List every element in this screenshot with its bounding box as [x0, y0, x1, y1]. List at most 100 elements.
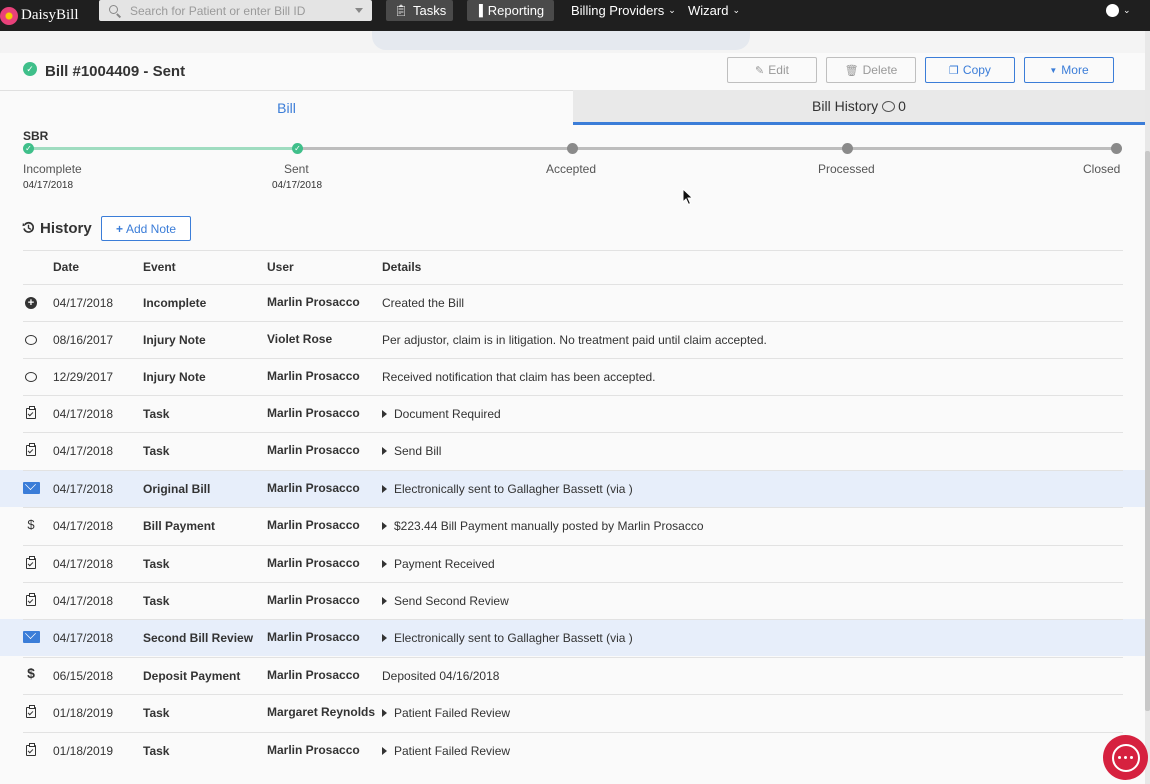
check-circle-icon: ✓ — [23, 62, 37, 76]
row-event: Injury Note — [143, 370, 206, 384]
stage-sent-dot: ✓ — [292, 143, 303, 154]
column-header-event[interactable]: Event — [143, 260, 176, 274]
scrollbar-thumb[interactable] — [1145, 151, 1150, 711]
table-row[interactable]: 04/17/2018 Second Bill Review Marlin Prosa… — [0, 619, 1145, 656]
table-row: $06/15/2018 Deposit Payment Marlin Prosacc… — [0, 657, 1145, 694]
copy-button[interactable]: ❐ Copy — [925, 57, 1015, 83]
envelope-icon — [23, 482, 40, 494]
delete-button[interactable]: 🗑︎ Delete — [826, 57, 916, 83]
search-dropdown-caret-icon[interactable] — [355, 8, 363, 13]
row-details-toggle[interactable]: Send Bill — [382, 444, 441, 458]
chevron-down-icon: ⌄ — [1123, 5, 1131, 15]
table-row: 08/16/2017 Injury Note Violet Rose Per adju… — [0, 321, 1145, 358]
trash-icon: 🗑︎ — [844, 64, 859, 77]
row-details-text: Send Bill — [394, 444, 442, 458]
row-details-toggle[interactable]: Electronically sent to Gallagher Bassett… — [382, 482, 633, 496]
row-details-toggle[interactable]: Patient Failed Review — [382, 706, 510, 720]
clipboard-check-icon — [26, 743, 36, 756]
row-details-text: Patient Failed Review — [394, 706, 511, 720]
caret-right-icon — [382, 521, 387, 530]
add-note-button[interactable]: + Add Note — [101, 216, 191, 241]
comment-icon — [25, 335, 37, 345]
chevron-down-icon: ⌄ — [732, 5, 740, 15]
billing-providers-menu[interactable]: Billing Providers ⌄ — [563, 0, 684, 21]
row-details-text: Send Second Review — [394, 594, 509, 608]
edit-button[interactable]: ✎ Edit — [727, 57, 817, 83]
row-details-toggle[interactable]: $223.44 Bill Payment manually posted by … — [382, 519, 704, 533]
tab-bill[interactable]: Bill — [0, 90, 573, 125]
row-details-text: Electronically sent to Gallagher Bassett… — [394, 482, 633, 496]
stage-processed-label: Processed — [818, 162, 875, 176]
row-user: Marlin Prosacco — [267, 443, 360, 457]
tab-bill-history-label: Bill History — [812, 98, 879, 114]
row-details-toggle[interactable]: Send Second Review — [382, 594, 509, 608]
column-header-date[interactable]: Date — [53, 260, 79, 274]
stage-incomplete-label: Incomplete — [23, 162, 82, 176]
pencil-icon: ✎ — [755, 64, 765, 77]
reporting-label: Reporting — [487, 3, 545, 18]
row-event: Original Bill — [143, 482, 211, 496]
row-divider — [23, 470, 1123, 471]
row-user: Marlin Prosacco — [267, 518, 360, 532]
chat-widget-button[interactable] — [1103, 735, 1148, 780]
table-row[interactable]: 04/17/2018 Task Marlin Prosacco Document Re… — [0, 395, 1145, 432]
table-row[interactable]: 01/18/2019 Task Margaret Reynolds Patient F… — [0, 694, 1145, 731]
row-details-toggle[interactable]: Document Required — [382, 407, 501, 421]
history-count: 0 — [898, 98, 906, 114]
history-table-header — [23, 250, 1123, 283]
row-date: 04/17/2018 — [53, 557, 114, 571]
tab-bill-history[interactable]: Bill History 0 — [573, 90, 1145, 125]
row-user: Violet Rose — [267, 332, 333, 346]
row-event: Deposit Payment — [143, 669, 241, 683]
edit-label: Edit — [768, 63, 789, 77]
tasks-button[interactable]: 📋︎ Tasks — [386, 0, 453, 21]
user-avatar-icon — [1106, 4, 1119, 17]
row-details-text: Created the Bill — [382, 296, 465, 310]
more-label: More — [1061, 63, 1089, 77]
table-row[interactable]: 04/17/2018 Original Bill Marlin Prosacco El… — [0, 470, 1145, 507]
stage-closed-label: Closed — [1083, 162, 1121, 176]
search-icon — [109, 4, 121, 17]
table-row[interactable]: 01/18/2019 Task Marlin Prosacco Patient Fai… — [0, 732, 1145, 769]
row-event: Task — [143, 407, 170, 421]
row-date: 04/17/2018 — [53, 631, 114, 645]
column-header-details[interactable]: Details — [382, 260, 421, 274]
table-row[interactable]: 04/17/2018 Task Marlin Prosacco Send Second… — [0, 582, 1145, 619]
clipboard-check-icon — [26, 406, 36, 419]
clipboard-check-icon — [26, 556, 36, 569]
search-box[interactable] — [99, 0, 372, 21]
reporting-button[interactable]: ▐ Reporting — [467, 0, 554, 21]
page-scrollbar[interactable] — [1145, 31, 1150, 784]
row-user: Marlin Prosacco — [267, 668, 360, 682]
row-details: Received notification that claim has bee… — [382, 370, 656, 384]
deposit-icon: $ — [27, 665, 35, 681]
brand-logo[interactable]: DaisyBill — [0, 0, 96, 31]
stage-incomplete-date: 04/17/2018 — [23, 180, 74, 191]
row-user: Marlin Prosacco — [267, 743, 360, 757]
row-details-toggle[interactable]: Payment Received — [382, 557, 495, 571]
row-divider — [23, 582, 1123, 583]
row-user: Marlin Prosacco — [267, 556, 360, 570]
row-date: 04/17/2018 — [53, 444, 114, 458]
table-row[interactable]: 04/17/2018 Task Marlin Prosacco Payment Rec… — [0, 545, 1145, 582]
stage-closed-dot — [1111, 143, 1122, 154]
column-header-user[interactable]: User — [267, 260, 294, 274]
form-type-label: SBR — [23, 129, 49, 143]
row-details-toggle[interactable]: Patient Failed Review — [382, 744, 510, 758]
user-menu[interactable]: ⌄ — [1098, 0, 1139, 21]
caret-right-icon — [382, 559, 387, 568]
caret-right-icon — [382, 746, 387, 755]
table-row[interactable]: 04/17/2018 Task Marlin Prosacco Send Bill — [0, 432, 1145, 469]
clipboard-check-icon: 📋︎ — [394, 5, 408, 17]
table-row: 12/29/2017 Injury Note Marlin Prosacco Rece… — [0, 358, 1145, 395]
row-details-toggle[interactable]: Electronically sent to Gallagher Bassett… — [382, 631, 633, 645]
search-input[interactable] — [130, 3, 350, 18]
row-divider — [23, 732, 1123, 733]
history-icon — [22, 221, 35, 233]
row-date: 04/17/2018 — [53, 407, 114, 421]
row-date: 01/18/2019 — [53, 744, 114, 758]
table-row[interactable]: $04/17/2018 Bill Payment Marlin Prosacco $2… — [0, 507, 1145, 544]
wizard-menu[interactable]: Wizard ⌄ — [680, 0, 748, 21]
stage-accepted-label: Accepted — [546, 162, 597, 176]
more-button[interactable]: ▼ More — [1024, 57, 1114, 83]
